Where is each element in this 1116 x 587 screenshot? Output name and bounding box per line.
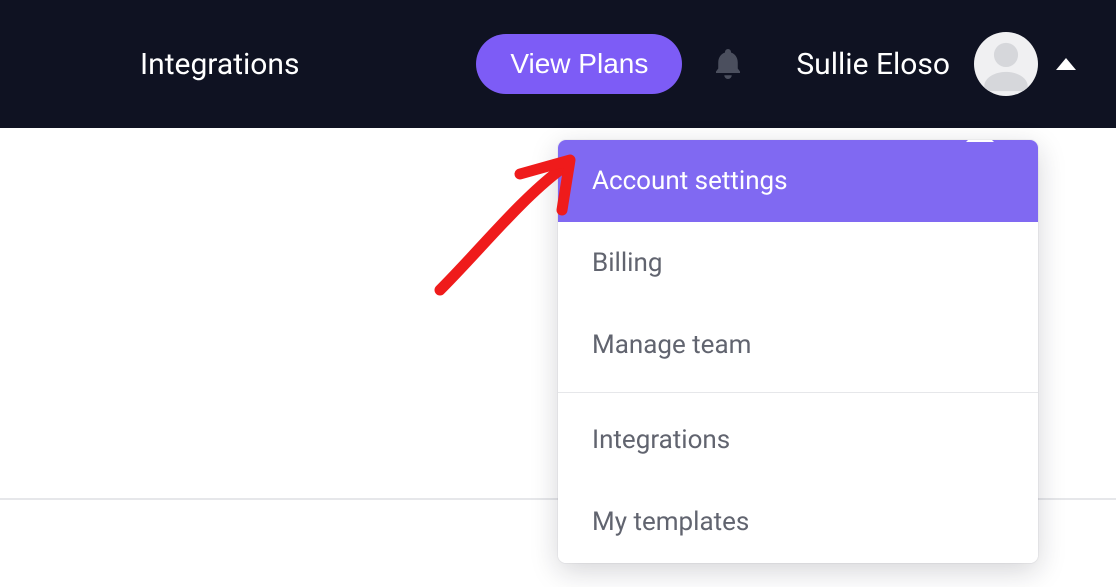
user-menu-caret-icon[interactable] [1056,58,1076,70]
nav-integrations[interactable]: Integrations [140,47,299,82]
user-dropdown-menu: Account settings Billing Manage team Int… [558,140,1038,563]
app-header: Integrations View Plans Sullie Eloso [0,0,1116,128]
menu-item-manage-team[interactable]: Manage team [558,304,1038,386]
menu-item-billing[interactable]: Billing [558,222,1038,304]
current-user-name: Sullie Eloso [796,47,950,82]
menu-item-integrations[interactable]: Integrations [558,399,1038,481]
menu-item-my-templates[interactable]: My templates [558,481,1038,563]
menu-divider [558,392,1038,393]
menu-item-account-settings[interactable]: Account settings [558,140,1038,222]
user-avatar[interactable] [974,32,1038,96]
view-plans-button[interactable]: View Plans [476,34,682,94]
notifications-bell-icon[interactable] [710,44,746,84]
